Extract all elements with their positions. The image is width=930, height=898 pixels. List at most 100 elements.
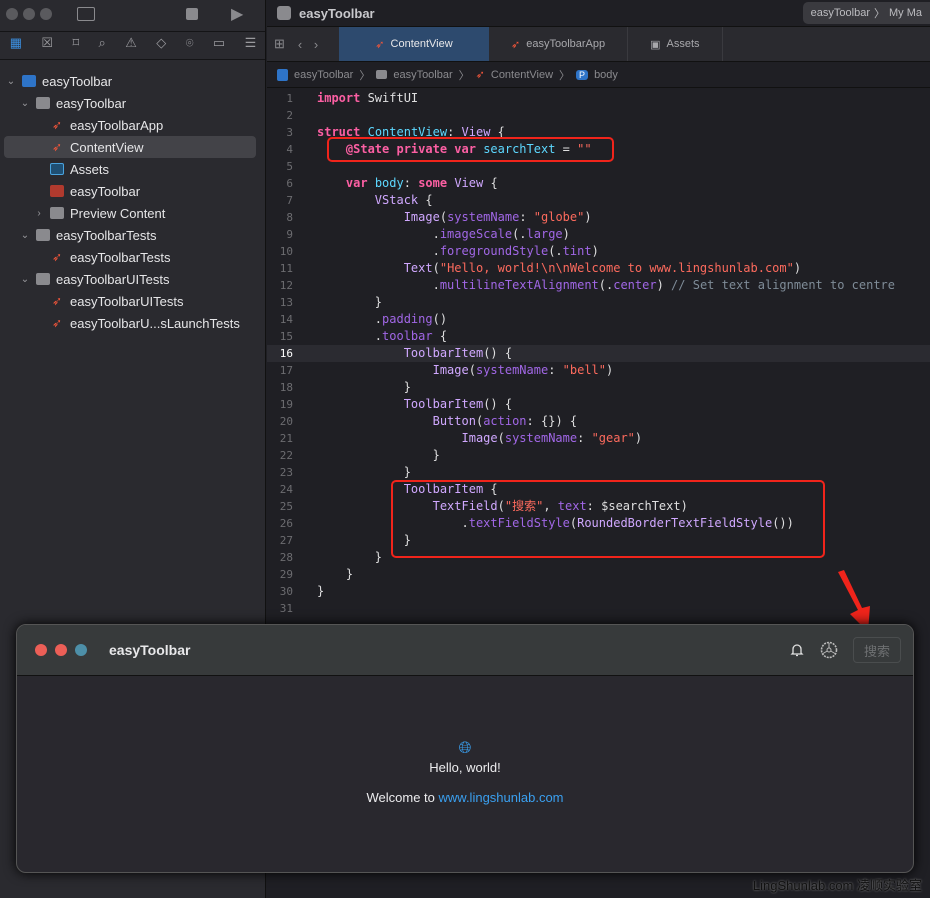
swift-icon: ➶ <box>51 316 63 330</box>
welcome-line: Welcome to www.lingshunlab.com <box>17 790 913 805</box>
file-tree-label: easyToolbarUITests <box>70 293 184 309</box>
file-tree-item[interactable]: Assets <box>0 158 266 180</box>
line-number: 12 <box>279 279 293 292</box>
code-token: ) <box>634 431 643 445</box>
code-line: 10 .foregroundStyle(.tint) <box>267 243 930 260</box>
tab-assets[interactable]: ▣ Assets <box>628 27 723 61</box>
folder-icon <box>50 207 64 219</box>
grid-icon[interactable]: ⊞ <box>267 27 292 61</box>
destination-label: My Ma <box>889 7 922 19</box>
code-token: } <box>317 465 411 479</box>
code-token: SwiftUI <box>360 91 419 105</box>
code-line: 7 VStack { <box>267 192 930 209</box>
file-tree-item[interactable]: ➶ easyToolbarTests <box>0 246 266 268</box>
file-tree-label: easyToolbarApp <box>70 117 164 133</box>
run-button[interactable]: ▶ <box>231 4 243 24</box>
window-controls: ▶ <box>0 0 265 27</box>
code-token: Image <box>403 210 440 224</box>
disclosure-chevron-icon[interactable]: ⌄ <box>20 98 30 109</box>
tab-contentview[interactable]: ➶ ContentView <box>339 27 489 61</box>
divider <box>0 31 265 32</box>
swift-icon: ➶ <box>511 38 521 51</box>
tab-easytoolbarapp[interactable]: ➶ easyToolbarApp <box>489 27 629 61</box>
code-token: () <box>432 312 448 326</box>
zoom-button[interactable] <box>75 644 87 656</box>
swift-icon: ➶ <box>51 294 63 308</box>
search-icon[interactable]: ⌕ <box>99 35 106 55</box>
bookmark-icon[interactable]: ⌑ <box>72 35 79 55</box>
code-token: : <box>548 363 563 377</box>
folder-icon <box>36 229 50 241</box>
editor-tabs: ⊞ ‹ › ➶ ContentView ➶ easyToolbarApp ▣ Asse… <box>267 27 930 62</box>
folder-icon <box>36 273 50 285</box>
code-token: systemName <box>504 431 578 445</box>
forward-button[interactable]: › <box>308 27 324 61</box>
file-tree-item[interactable]: ⌄ easyToolbar <box>0 92 266 114</box>
disclosure-chevron-icon[interactable]: ⌄ <box>20 230 30 241</box>
file-tree-item[interactable]: ➶ easyToolbarApp <box>0 114 266 136</box>
scheme-selector[interactable]: easyToolbar 〉 My Ma <box>802 2 930 24</box>
disclosure-chevron-icon[interactable]: ⌄ <box>6 76 16 87</box>
code-token: multilineTextAlignment <box>439 278 599 292</box>
disclosure-chevron-icon[interactable]: › <box>34 208 44 219</box>
x-square-icon[interactable]: ☒ <box>41 35 53 55</box>
warning-icon[interactable]: ⚠ <box>125 35 137 55</box>
tag-icon[interactable]: ▭ <box>213 35 225 55</box>
breadcrumb-item[interactable]: ContentView <box>491 69 553 81</box>
diamond-icon[interactable]: ◇ <box>156 35 166 55</box>
code-token: // Set text alignment to centre <box>671 278 896 292</box>
divider <box>0 59 265 60</box>
code-token: large <box>526 227 563 241</box>
code-text: ToolbarItem() { <box>305 345 512 362</box>
gear-icon[interactable] <box>819 640 839 660</box>
file-tree-item[interactable]: ➶ easyToolbarU...sLaunchTests <box>0 312 266 334</box>
code-token: } <box>317 380 411 394</box>
close-button[interactable] <box>35 644 47 656</box>
line-number: 3 <box>286 126 293 139</box>
code-text: } <box>305 447 440 464</box>
disclosure-chevron-icon[interactable]: ⌄ <box>20 274 30 285</box>
code-text: } <box>305 294 382 311</box>
swift-icon: ➶ <box>475 69 485 81</box>
code-text: .padding() <box>305 311 447 328</box>
zoom-button[interactable] <box>40 7 52 20</box>
file-tree-item[interactable]: ⌄ easyToolbarTests <box>0 224 266 246</box>
code-token: "gear" <box>591 431 635 445</box>
window-title: easyToolbar <box>299 5 375 21</box>
breadcrumb-item[interactable]: easyToolbar <box>393 69 452 81</box>
close-button[interactable] <box>6 7 18 20</box>
code-token: ToolbarItem <box>403 346 484 360</box>
file-tree-item[interactable]: ⌄ easyToolbar <box>0 70 266 92</box>
file-tree-label: easyToolbarUITests <box>56 271 170 287</box>
file-tree-label: easyToolbar <box>56 95 127 111</box>
code-text: Image(systemName: "globe") <box>305 209 592 226</box>
code-token: tint <box>562 244 592 258</box>
file-tree-item[interactable]: easyToolbar <box>0 180 266 202</box>
back-button[interactable]: ‹ <box>292 27 308 61</box>
sidebar-toggle-icon[interactable] <box>77 6 95 21</box>
list-icon[interactable]: ☰ <box>245 35 257 55</box>
file-tree-item[interactable]: ➶ easyToolbarUITests <box>0 290 266 312</box>
website-link[interactable]: www.lingshunlab.com <box>439 790 564 805</box>
minimize-button[interactable] <box>55 644 67 656</box>
spray-icon[interactable]: ⌾ <box>186 35 194 55</box>
stop-button[interactable] <box>186 7 198 20</box>
code-token: some <box>418 176 448 190</box>
line-number: 31 <box>279 602 293 615</box>
breadcrumb-item[interactable]: easyToolbar <box>294 69 353 81</box>
file-tree-item[interactable]: ➶ ContentView <box>4 136 256 158</box>
code-token: { <box>432 329 448 343</box>
line-number: 26 <box>279 517 293 530</box>
line-number: 7 <box>286 194 293 207</box>
code-line: 15 .toolbar { <box>267 328 930 345</box>
line-number: 21 <box>279 432 293 445</box>
file-tree-item[interactable]: ⌄ easyToolbarUITests <box>0 268 266 290</box>
search-field[interactable]: 搜索 <box>853 637 901 663</box>
breadcrumb-item[interactable]: body <box>594 69 618 81</box>
minimize-button[interactable] <box>23 7 35 20</box>
file-tree-item[interactable]: › Preview Content <box>0 202 266 224</box>
folder-icon[interactable]: ▦ <box>10 35 22 55</box>
